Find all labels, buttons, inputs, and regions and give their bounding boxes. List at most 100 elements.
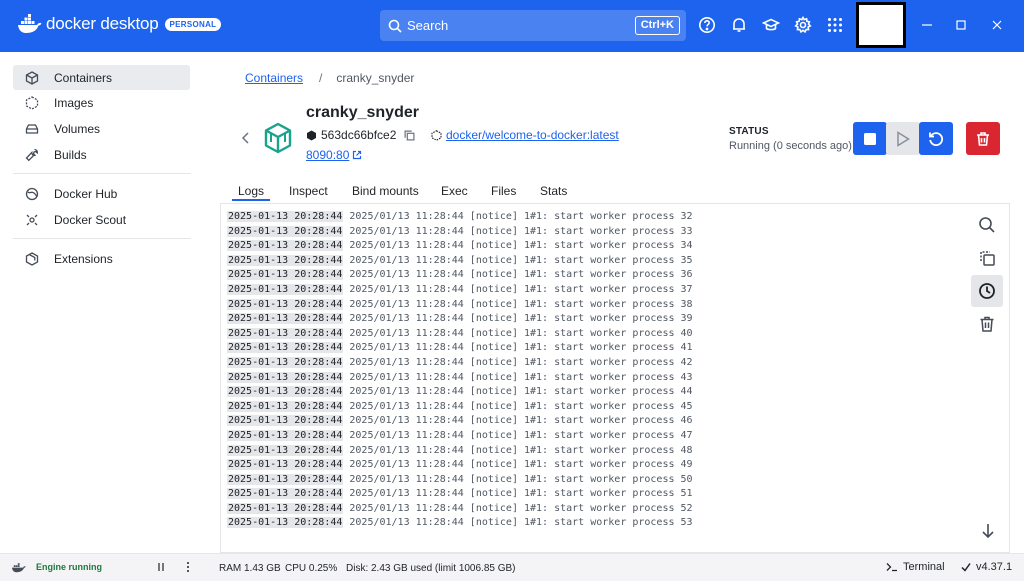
copy-icon[interactable]: [404, 129, 415, 141]
log-timestamp: 2025-01-13 20:28:44: [227, 429, 344, 441]
log-message: 2025/01/13 11:28:44 [notice] 1#1: start …: [349, 429, 693, 441]
back-chevron-icon[interactable]: [240, 131, 252, 145]
check-icon: [961, 563, 971, 572]
start-button[interactable]: [886, 122, 920, 155]
version-info[interactable]: v4.37.1: [961, 561, 1012, 573]
close-icon[interactable]: [988, 16, 1006, 34]
sidebar-item-builds[interactable]: Builds: [13, 142, 190, 167]
log-line: 2025-01-13 20:28:44 2025/01/13 11:28:44 […: [227, 239, 693, 254]
image-link-text: docker/welcome-to-docker:latest: [446, 128, 619, 142]
sidebar-item-label: Images: [54, 95, 94, 110]
sidebar-item-images[interactable]: Images: [13, 90, 190, 115]
log-timestamp: 2025-01-13 20:28:44: [227, 269, 344, 281]
help-icon[interactable]: [698, 16, 716, 34]
log-line: 2025-01-13 20:28:44 2025/01/13 11:28:44 […: [227, 268, 693, 283]
log-timestamp: 2025-01-13 20:28:44: [227, 211, 344, 222]
terminal-label: Terminal: [903, 561, 945, 573]
log-timestamps-button[interactable]: [971, 275, 1003, 307]
tab-bind-mounts[interactable]: Bind mounts: [352, 181, 419, 205]
sidebar-item-containers[interactable]: Containers: [13, 65, 190, 90]
tab-exec[interactable]: Exec: [441, 181, 468, 205]
log-line: 2025-01-13 20:28:44 2025/01/13 11:28:44 […: [227, 298, 693, 313]
learning-icon[interactable]: [762, 16, 780, 34]
trash-icon: [980, 316, 994, 332]
log-message: 2025/01/13 11:28:44 [notice] 1#1: start …: [349, 313, 693, 325]
copy-icon: [980, 251, 995, 266]
bell-icon[interactable]: [730, 16, 748, 34]
search-icon: [979, 217, 995, 233]
title-bar: docker desktop PERSONAL Search Ctrl+K: [0, 0, 1024, 52]
tab-logs[interactable]: Logs: [238, 181, 264, 205]
log-message: 2025/01/13 11:28:44 [notice] 1#1: start …: [349, 225, 693, 237]
log-copy-button[interactable]: [971, 242, 1003, 274]
sidebar-item-label: Extensions: [54, 251, 113, 266]
sidebar-item-extensions[interactable]: Extensions: [13, 246, 190, 271]
log-message: 2025/01/13 11:28:44 [notice] 1#1: start …: [349, 254, 693, 266]
search-input[interactable]: Search Ctrl+K: [380, 10, 686, 41]
log-panel[interactable]: 2025-01-13 20:28:44 2025/01/13 11:28:44 […: [220, 203, 1010, 553]
docker-whale-icon: [12, 563, 26, 573]
docker-whale-icon: [18, 14, 42, 33]
log-timestamp: 2025-01-13 20:28:44: [227, 415, 344, 427]
disk-usage: Disk: 2.43 GB used (limit 1006.85 GB): [346, 563, 516, 574]
sidebar-item-label: Builds: [54, 147, 87, 162]
engine-status-text: Engine running: [36, 562, 102, 572]
log-message: 2025/01/13 11:28:44 [notice] 1#1: start …: [349, 240, 693, 252]
log-search-button[interactable]: [971, 209, 1003, 241]
log-message: 2025/01/13 11:28:44 [notice] 1#1: start …: [349, 400, 693, 412]
pause-icon[interactable]: [156, 562, 166, 572]
sidebar-item-docker-hub[interactable]: Docker Hub: [13, 181, 190, 206]
gear-icon[interactable]: [794, 16, 812, 34]
log-timestamp: 2025-01-13 20:28:44: [227, 254, 344, 266]
apps-grid-icon[interactable]: [826, 16, 844, 34]
account-avatar[interactable]: [856, 2, 906, 48]
tab-stats[interactable]: Stats: [540, 181, 567, 205]
sidebar-divider: [13, 238, 191, 239]
log-message: 2025/01/13 11:28:44 [notice] 1#1: start …: [349, 298, 693, 310]
log-toolbar: [971, 209, 1005, 341]
scroll-to-bottom-icon[interactable]: [979, 522, 997, 540]
breadcrumb-current: cranky_snyder: [336, 71, 415, 85]
minimize-icon[interactable]: [918, 16, 936, 34]
sidebar-item-docker-scout[interactable]: Docker Scout: [13, 207, 190, 232]
stop-button[interactable]: [853, 122, 887, 155]
status-bar: Engine running RAM 1.43 GB CPU 0.25% Dis…: [0, 553, 1024, 581]
sidebar-item-label: Volumes: [54, 121, 101, 136]
container-id: 563dc66bfce2: [306, 128, 419, 142]
container-icon: [25, 70, 39, 85]
delete-button[interactable]: [966, 122, 1000, 155]
cube-icon: [307, 130, 316, 140]
terminal-button[interactable]: Terminal: [886, 561, 945, 573]
log-timestamp: 2025-01-13 20:28:44: [227, 283, 344, 295]
log-line: 2025-01-13 20:28:44 2025/01/13 11:28:44 […: [227, 516, 693, 531]
cpu-usage: CPU 0.25%: [285, 563, 338, 574]
log-message: 2025/01/13 11:28:44 [notice] 1#1: start …: [349, 415, 693, 427]
more-vertical-icon[interactable]: [183, 561, 193, 573]
tab-files[interactable]: Files: [491, 181, 516, 205]
log-lines: 2025-01-13 20:28:44 2025/01/13 11:28:44 […: [227, 210, 693, 531]
log-message: 2025/01/13 11:28:44 [notice] 1#1: start …: [349, 327, 693, 339]
log-line: 2025-01-13 20:28:44 2025/01/13 11:28:44 […: [227, 356, 693, 371]
ram-usage: RAM 1.43 GB: [219, 563, 281, 574]
log-message: 2025/01/13 11:28:44 [notice] 1#1: start …: [349, 444, 693, 456]
log-message: 2025/01/13 11:28:44 [notice] 1#1: start …: [349, 502, 693, 514]
breadcrumb-separator: /: [319, 71, 323, 85]
log-timestamp: 2025-01-13 20:28:44: [227, 313, 344, 325]
breadcrumb-containers-link[interactable]: Containers: [245, 71, 303, 85]
engine-status[interactable]: Engine running: [12, 561, 102, 573]
wrench-icon: [25, 148, 39, 161]
sidebar-item-volumes[interactable]: Volumes: [13, 116, 190, 141]
tab-inspect[interactable]: Inspect: [289, 181, 328, 205]
extensions-icon: [25, 251, 39, 266]
log-line: 2025-01-13 20:28:44 2025/01/13 11:28:44 […: [227, 254, 693, 269]
trash-icon: [977, 131, 989, 146]
log-clear-button[interactable]: [971, 308, 1003, 340]
image-link[interactable]: docker/welcome-to-docker:latest: [431, 128, 619, 142]
sidebar-item-label: Docker Scout: [54, 212, 127, 227]
log-timestamp: 2025-01-13 20:28:44: [227, 225, 344, 237]
restart-button[interactable]: [919, 122, 953, 155]
maximize-icon[interactable]: [952, 16, 970, 34]
log-timestamp: 2025-01-13 20:28:44: [227, 459, 344, 471]
status-label: STATUS: [729, 126, 769, 137]
port-link[interactable]: 8090:80: [306, 148, 362, 162]
